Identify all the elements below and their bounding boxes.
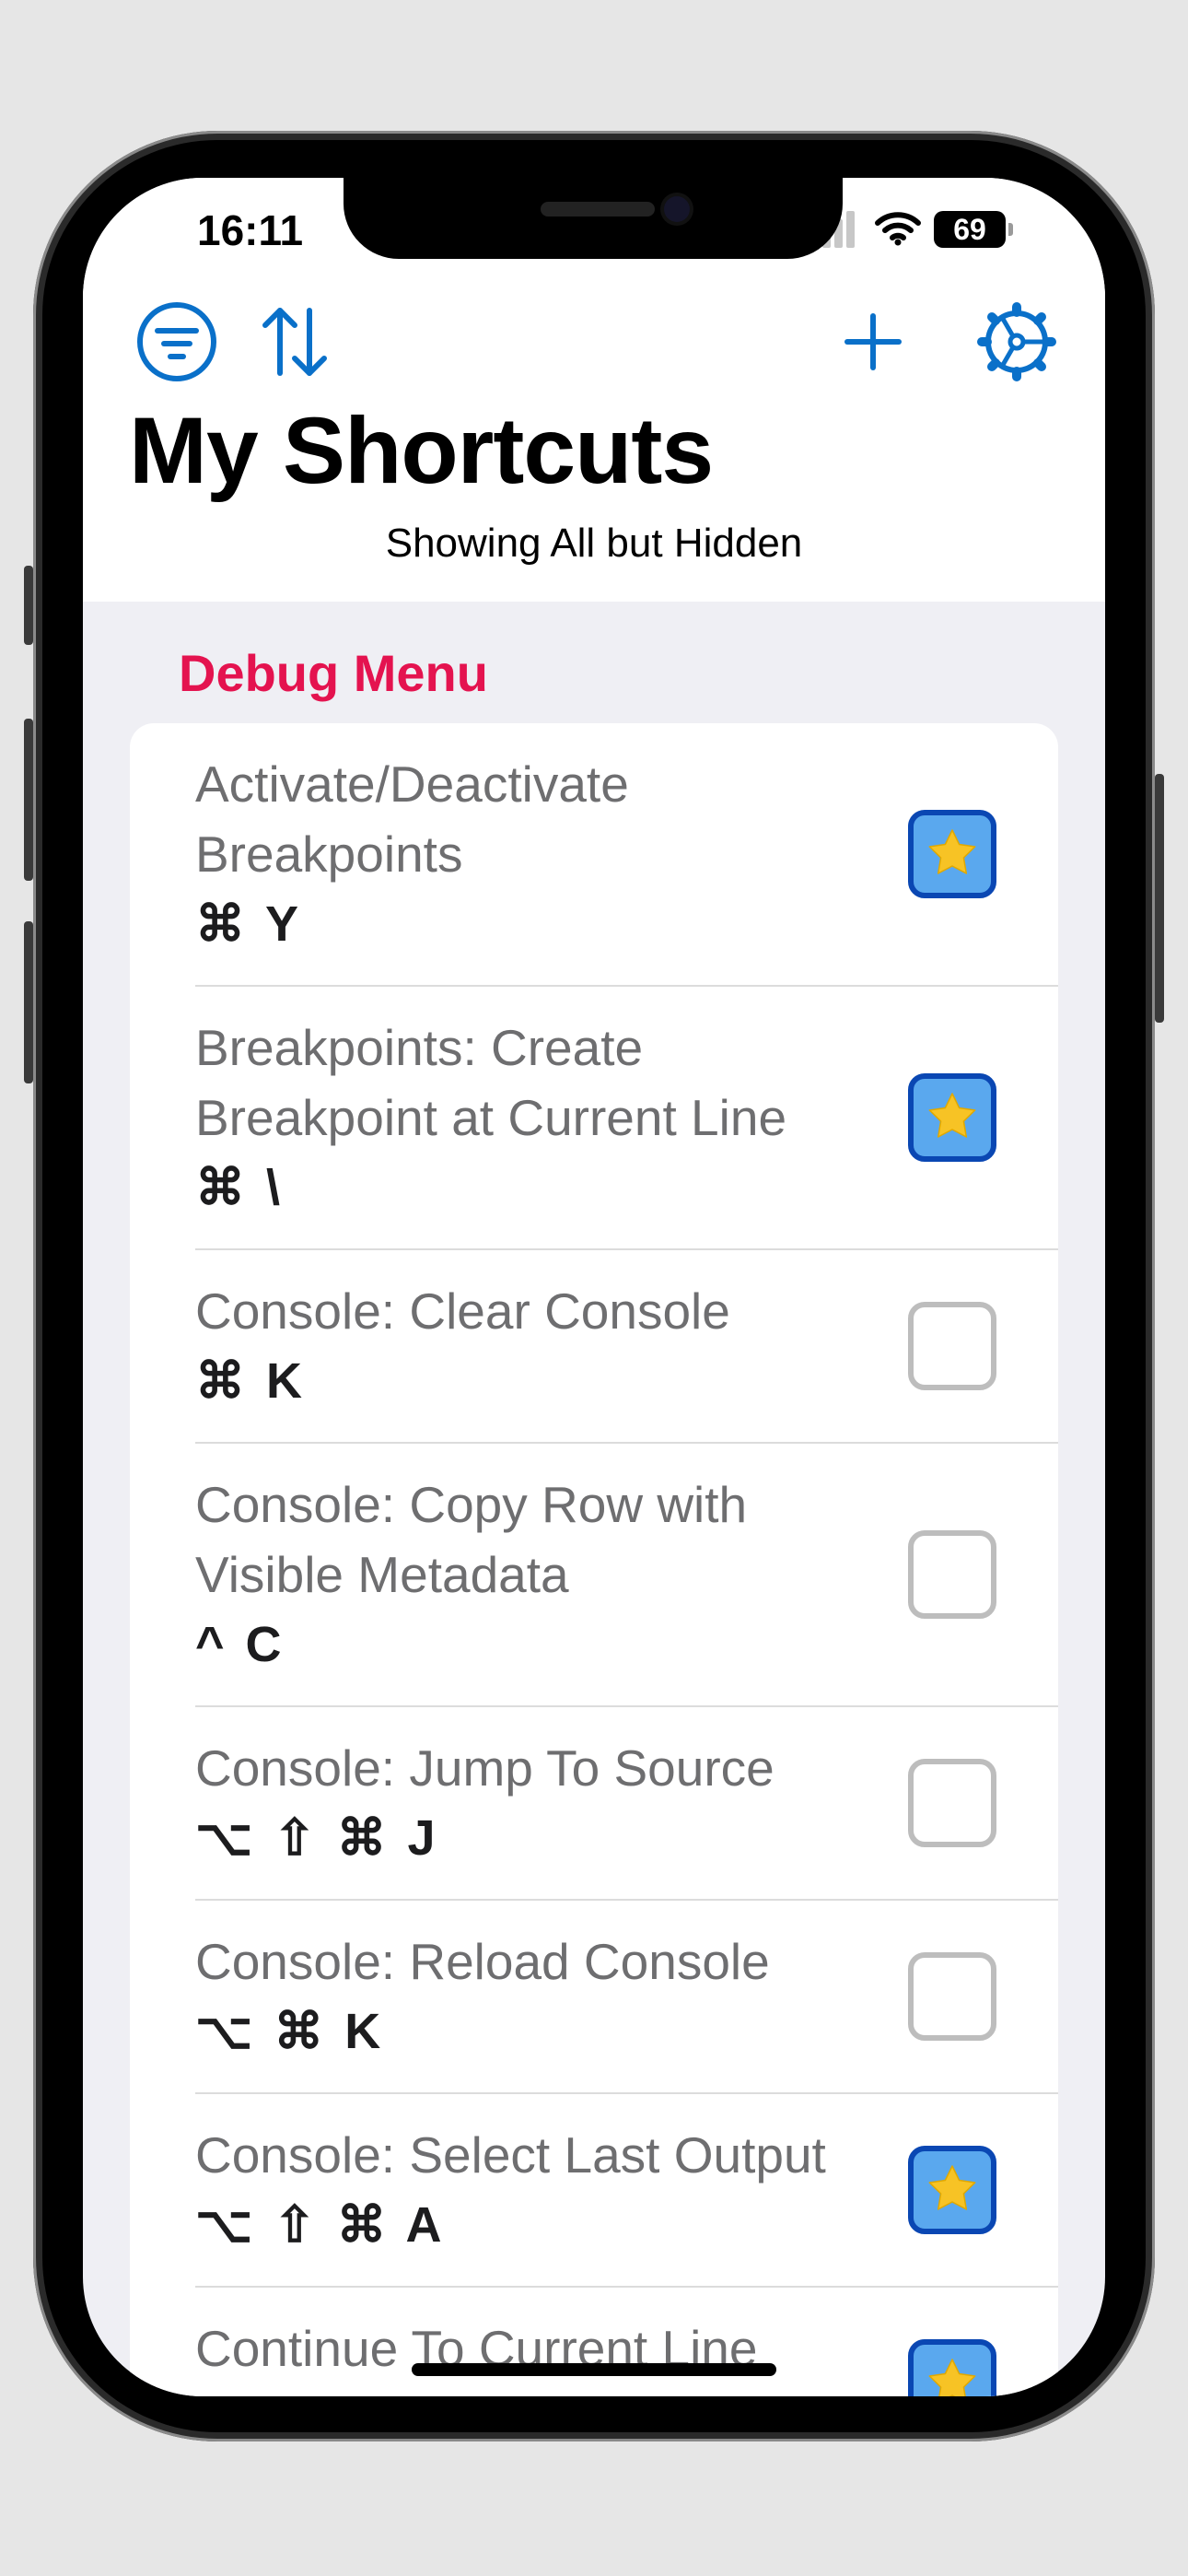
volume-down-button (24, 921, 33, 1083)
shortcut-text: Continue To Current Line^ ⌘ C (195, 2313, 858, 2396)
shortcut-row[interactable]: Activate/Deactivate Breakpoints ⌘ Y (195, 723, 1058, 987)
shortcut-row[interactable]: Breakpoints: Create Breakpoint at Current… (195, 987, 1058, 1250)
shortcut-name-line: Console: Clear Console (195, 1282, 730, 1340)
shortcut-text: Console: Select Last Output ⌥ ⇧ ⌘ A (195, 2120, 858, 2260)
favorite-toggle[interactable] (908, 1759, 996, 1847)
shortcut-keys: ⌥ ⇧ ⌘ A (195, 2197, 446, 2253)
filter-status-label: Showing All but Hidden (385, 521, 803, 566)
filter-button[interactable] (133, 298, 221, 386)
sort-button[interactable] (250, 298, 339, 386)
shortcut-keys: ⌘ K (195, 1353, 306, 1409)
shortcut-name-line: Breakpoint at Current Line (195, 1089, 787, 1146)
favorite-toggle[interactable] (908, 810, 996, 898)
shortcut-text: Console: Jump To Source ⌥ ⇧ ⌘ J (195, 1733, 858, 1873)
star-icon (928, 829, 976, 874)
star-icon (928, 1093, 976, 1138)
shortcut-text: Console: Reload Console ⌥ ⌘ K (195, 1926, 858, 2067)
shortcut-keys: ^ C (195, 1617, 285, 1672)
status-time: 16:11 (197, 206, 304, 254)
shortcut-row[interactable]: Console: Copy Row with Visible Metadata ^ … (195, 1444, 1058, 1707)
shortcut-row[interactable]: Console: Select Last Output ⌥ ⇧ ⌘ A (195, 2094, 1058, 2288)
favorite-toggle[interactable] (908, 1302, 996, 1390)
shortcut-text: Console: Copy Row with Visible Metadata ^ … (195, 1469, 858, 1680)
shortcut-list: Activate/Deactivate Breakpoints ⌘ Y Breakpo… (130, 723, 1058, 2396)
sort-icon (262, 308, 327, 376)
shortcut-row[interactable]: Console: Clear Console ⌘ K (195, 1250, 1058, 1444)
favorite-toggle[interactable] (908, 1073, 996, 1162)
shortcut-row[interactable]: Console: Reload Console ⌥ ⌘ K (195, 1901, 1058, 2094)
shortcut-text: Console: Clear Console ⌘ K (195, 1276, 858, 1416)
section-title: Debug Menu (179, 644, 488, 702)
power-button (1155, 774, 1164, 1023)
gear-icon (977, 302, 1056, 381)
plus-icon (844, 313, 902, 370)
battery-indicator: 69 (934, 211, 1013, 248)
filter-icon (137, 302, 216, 381)
shortcut-keys: ⌘ Y (195, 896, 303, 952)
shortcut-keys: ^ ⌘ C (195, 2383, 858, 2396)
page-title: My Shortcuts (129, 398, 714, 503)
favorite-toggle[interactable] (908, 1952, 996, 2041)
favorite-toggle[interactable] (908, 2146, 996, 2234)
volume-up-button (24, 719, 33, 881)
shortcut-name-line: Breakpoints: Create (195, 1019, 644, 1076)
shortcut-name-line: Console: Copy Row with (195, 1476, 748, 1533)
shortcut-name-line: Breakpoints (195, 825, 463, 883)
shortcut-keys: ⌥ ⌘ K (195, 2004, 385, 2059)
speaker (541, 202, 655, 217)
shortcut-text: Breakpoints: Create Breakpoint at Current… (195, 1013, 858, 1223)
silent-switch (24, 566, 33, 645)
screen: 16:11 69 My Shortcuts Showing All but Hi… (83, 178, 1105, 2396)
shortcut-name-line: Visible Metadata (195, 1546, 569, 1603)
home-indicator[interactable] (412, 2363, 776, 2376)
shortcut-row[interactable]: Console: Jump To Source ⌥ ⇧ ⌘ J (195, 1707, 1058, 1901)
settings-button[interactable] (973, 298, 1061, 386)
shortcut-name-line: Activate/Deactivate (195, 755, 629, 813)
wifi-icon (875, 212, 921, 246)
notch (344, 178, 843, 259)
shortcut-keys: ⌘ \ (195, 1160, 285, 1215)
shortcut-name-line: Console: Jump To Source (195, 1739, 775, 1797)
shortcut-name-line: Console: Select Last Output (195, 2126, 826, 2184)
star-icon (928, 2165, 976, 2210)
add-shortcut-button[interactable] (829, 298, 917, 386)
shortcut-row[interactable]: Continue To Current Line^ ⌘ C (195, 2288, 1058, 2396)
shortcut-name-line: Console: Reload Console (195, 1933, 770, 1990)
front-camera (664, 196, 690, 222)
shortcut-text: Activate/Deactivate Breakpoints ⌘ Y (195, 749, 858, 959)
favorite-toggle[interactable] (908, 2339, 996, 2396)
star-icon (928, 2359, 976, 2396)
shortcut-keys: ⌥ ⇧ ⌘ J (195, 1810, 439, 1866)
favorite-toggle[interactable] (908, 1530, 996, 1619)
